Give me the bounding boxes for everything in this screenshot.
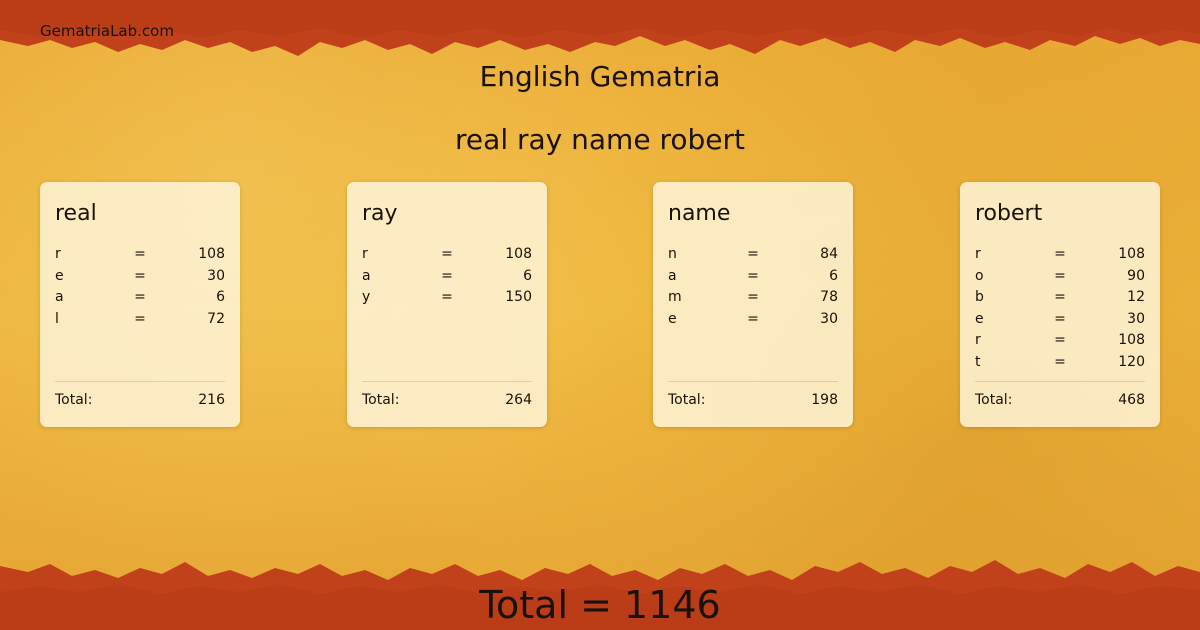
- letter-row: r = 108: [362, 244, 532, 266]
- letter-value: 120: [1118, 353, 1145, 370]
- letter-row: y = 150: [362, 287, 532, 309]
- total-label: Total:: [55, 392, 93, 408]
- letter-value: 30: [820, 310, 838, 327]
- input-phrase: real ray name robert: [455, 123, 745, 156]
- word-title: real: [55, 201, 97, 226]
- word-card-ray: ray r = 108 a = 6 y = 150 Total: 264: [347, 182, 547, 427]
- word-title: robert: [975, 201, 1043, 226]
- equals-sign: =: [747, 267, 759, 284]
- letter-value: 108: [505, 246, 532, 262]
- word-cards: real r = 108 e = 30 a = 6 l = 72 Total: 216 ray …: [40, 182, 1160, 427]
- letter-row: e = 30: [668, 309, 838, 331]
- word-title: name: [668, 201, 731, 226]
- total-label: Total:: [975, 392, 1013, 408]
- total-value: 198: [811, 392, 838, 408]
- letter-value: 6: [216, 289, 225, 306]
- word-card-name: name n = 84 a = 6 m = 78 e = 30 Total: 198: [653, 182, 853, 427]
- letter-row: m = 78: [668, 287, 838, 309]
- letter-row: a = 6: [55, 287, 225, 309]
- letter-list: r = 108 a = 6 y = 150: [362, 244, 532, 309]
- equals-sign: =: [747, 310, 759, 327]
- equals-sign: =: [747, 246, 759, 262]
- equals-sign: =: [134, 310, 146, 327]
- equals-sign: =: [134, 267, 146, 284]
- letter-value: 12: [1127, 289, 1145, 306]
- word-card-robert: robert r = 108 o = 90 b = 12 e = 30 r = 108 t = 120 …: [960, 182, 1160, 427]
- letter-value: 150: [505, 289, 532, 306]
- word-title: ray: [362, 201, 398, 226]
- total-value: 264: [505, 392, 532, 408]
- total-value: 216: [198, 392, 225, 408]
- total-label: Total:: [362, 392, 400, 408]
- word-card-real: real r = 108 e = 30 a = 6 l = 72 Total: 216: [40, 182, 240, 427]
- letter-row: a = 6: [362, 266, 532, 288]
- letter-value: 30: [1127, 310, 1145, 327]
- equals-sign: =: [747, 289, 759, 306]
- total-value: 468: [1118, 392, 1145, 408]
- equals-sign: =: [1054, 267, 1066, 284]
- letter-row: r = 108: [975, 330, 1145, 352]
- letter-row: r = 108: [975, 244, 1145, 266]
- letter-value: 108: [1118, 332, 1145, 349]
- letter-row: a = 6: [668, 266, 838, 288]
- letter-row: l = 72: [55, 309, 225, 331]
- letter-value: 6: [523, 267, 532, 284]
- letter-row: n = 84: [668, 244, 838, 266]
- page-title: English Gematria: [479, 60, 721, 93]
- word-total: Total: 264: [362, 381, 532, 418]
- site-name: GematriaLab.com: [40, 22, 174, 40]
- letter-row: r = 108: [55, 244, 225, 266]
- letter-row: e = 30: [55, 266, 225, 288]
- word-total: Total: 198: [668, 381, 838, 418]
- total-label: Total:: [668, 392, 706, 408]
- letter-row: o = 90: [975, 266, 1145, 288]
- letter-value: 6: [829, 267, 838, 284]
- equals-sign: =: [441, 267, 453, 284]
- letter-value: 30: [207, 267, 225, 284]
- letter-list: n = 84 a = 6 m = 78 e = 30: [668, 244, 838, 330]
- word-total: Total: 468: [975, 381, 1145, 418]
- grand-total: Total = 1146: [479, 583, 721, 627]
- equals-sign: =: [134, 289, 146, 306]
- letter-row: b = 12: [975, 287, 1145, 309]
- equals-sign: =: [1054, 289, 1066, 306]
- word-total: Total: 216: [55, 381, 225, 418]
- letter-row: t = 120: [975, 352, 1145, 374]
- letter-value: 72: [207, 310, 225, 327]
- letter-list: r = 108 e = 30 a = 6 l = 72: [55, 244, 225, 330]
- letter-row: e = 30: [975, 309, 1145, 331]
- letter-value: 108: [1118, 246, 1145, 262]
- letter-value: 108: [198, 246, 225, 262]
- letter-list: r = 108 o = 90 b = 12 e = 30 r = 108 t = 120: [975, 244, 1145, 374]
- equals-sign: =: [1054, 310, 1066, 327]
- letter-value: 78: [820, 289, 838, 306]
- letter-value: 90: [1127, 267, 1145, 284]
- letter-value: 84: [820, 246, 838, 262]
